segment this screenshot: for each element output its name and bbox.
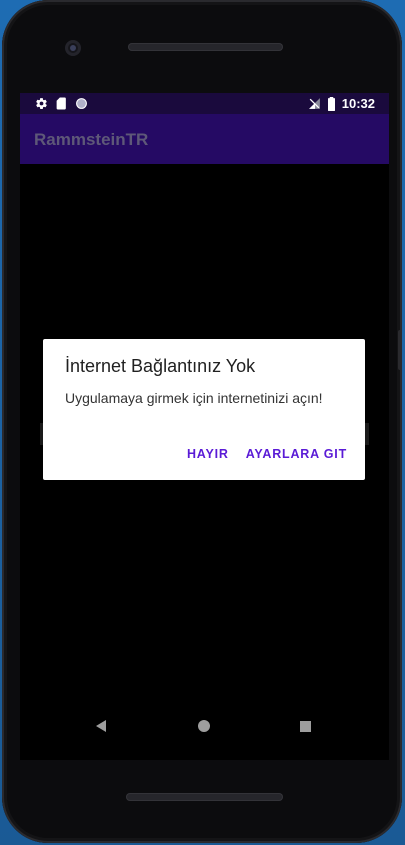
app-toolbar: RammsteinTR bbox=[20, 114, 389, 164]
clock: 10:32 bbox=[341, 96, 375, 111]
no-internet-dialog: İnternet Bağlantınız Yok Uygulamaya girm… bbox=[43, 339, 365, 480]
front-camera bbox=[65, 40, 81, 56]
recents-icon[interactable] bbox=[300, 721, 311, 732]
device-screen: 10:32 RammsteinTR İnternet Bağlantınız Y… bbox=[20, 93, 389, 760]
phone-frame: 10:32 RammsteinTR İnternet Bağlantınız Y… bbox=[2, 0, 402, 843]
back-icon[interactable] bbox=[96, 720, 106, 732]
dialog-title: İnternet Bağlantınız Yok bbox=[65, 356, 256, 376]
no-signal-icon bbox=[308, 98, 320, 109]
bottom-speaker bbox=[126, 793, 283, 801]
power-button[interactable] bbox=[398, 330, 402, 370]
top-speaker bbox=[128, 43, 283, 51]
dialog-actions: HAYIR AYARLARA GIT bbox=[187, 447, 347, 461]
scrim-edge-right bbox=[365, 423, 369, 445]
status-icons-left bbox=[35, 96, 88, 111]
navigation-bar bbox=[20, 704, 389, 752]
go-to-settings-button[interactable]: AYARLARA GIT bbox=[246, 447, 347, 461]
dialog-message: Uygulamaya girmek için internetinizi açı… bbox=[65, 390, 323, 406]
status-bar: 10:32 bbox=[20, 93, 389, 114]
circle-icon bbox=[76, 98, 87, 109]
sd-card-icon bbox=[56, 97, 66, 110]
home-icon[interactable] bbox=[198, 720, 210, 732]
no-button[interactable]: HAYIR bbox=[187, 447, 229, 461]
battery-icon bbox=[327, 96, 335, 111]
status-icons-right: 10:32 bbox=[308, 95, 375, 112]
gear-icon bbox=[36, 98, 47, 109]
app-title: RammsteinTR bbox=[34, 130, 149, 149]
